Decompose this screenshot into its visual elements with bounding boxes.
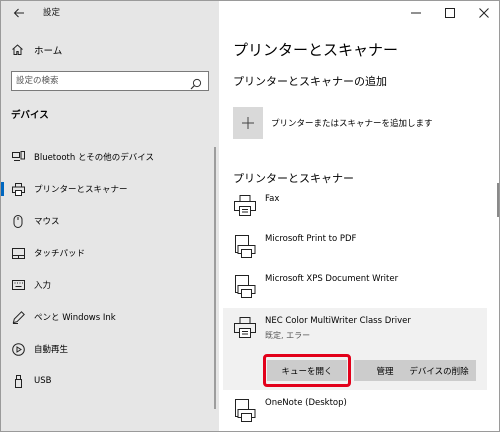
sidebar-scrollbar[interactable] [214, 147, 216, 409]
touchpad-icon [11, 246, 25, 260]
sidebar-item-typing[interactable]: 入力 [1, 269, 219, 301]
mouse-icon [11, 214, 25, 228]
printer-icon [11, 182, 25, 196]
printer-item-fax[interactable]: Fax [233, 194, 481, 222]
home-icon [11, 41, 24, 60]
printer-item-xps-writer[interactable]: Microsoft XPS Document Writer [233, 274, 481, 302]
usb-icon [11, 374, 25, 388]
sidebar-item-mouse[interactable]: マウス [1, 205, 219, 237]
sidebar-item-pen[interactable]: ペンと Windows Ink [1, 301, 219, 333]
fax-icon [233, 194, 257, 218]
add-section-heading: プリンターとスキャナーの追加 [233, 75, 387, 88]
sidebar-item-label: USB [34, 376, 52, 386]
printer-item-onenote[interactable]: OneNote (Desktop) [233, 398, 481, 426]
printer-name: OneNote (Desktop) [265, 398, 347, 408]
sidebar-item-label: Bluetooth とその他のデバイス [34, 153, 154, 163]
plus-icon [233, 107, 263, 139]
close-icon[interactable] [467, 1, 499, 25]
maximize-icon[interactable] [433, 1, 467, 25]
sidebar-item-bluetooth[interactable]: Bluetooth とその他のデバイス [1, 141, 219, 173]
sidebar-item-touchpad[interactable]: タッチパッド [1, 237, 219, 269]
settings-window: 設定 ホーム デバイス Bluetooth とその他のデバイス [0, 0, 500, 432]
printer-doc-icon [233, 234, 257, 258]
add-printer-label: プリンターまたはスキャナーを追加します [271, 119, 433, 129]
main-content: プリンターとスキャナー プリンターとスキャナーの追加 プリンターまたはスキャナー… [219, 1, 499, 431]
sidebar: 設定 ホーム デバイス Bluetooth とその他のデバイス [1, 1, 219, 431]
back-arrow-icon[interactable] [9, 4, 29, 22]
autoplay-icon [11, 342, 25, 356]
pen-icon [11, 310, 25, 324]
sidebar-item-label: タッチパッド [34, 249, 86, 259]
title-bar: 設定 [1, 1, 219, 25]
highlight-box [263, 354, 351, 387]
search-input[interactable] [16, 74, 182, 88]
minimize-icon[interactable] [399, 1, 433, 25]
printers-list-heading: プリンターとスキャナー [233, 172, 354, 185]
printer-status: 既定, エラー [265, 331, 311, 340]
printer-doc-icon [233, 398, 257, 422]
bluetooth-devices-icon [11, 150, 25, 164]
sidebar-item-label: ペンと Windows Ink [34, 313, 116, 323]
keyboard-icon [11, 278, 25, 292]
printer-item-print-to-pdf[interactable]: Microsoft Print to PDF [233, 234, 481, 262]
printer-name: Microsoft Print to PDF [265, 234, 357, 244]
home-label: ホーム [34, 46, 63, 57]
sidebar-item-label: 自動再生 [34, 345, 69, 355]
section-heading-devices: デバイス [11, 110, 49, 121]
sidebar-item-label: 入力 [34, 281, 52, 291]
app-title: 設定 [43, 8, 61, 18]
sidebar-item-label: プリンターとスキャナー [34, 185, 128, 195]
printer-item-nec[interactable]: NEC Color MultiWriter Class Driver 既定, エ… [233, 316, 481, 346]
content-scrollbar[interactable] [497, 183, 499, 217]
printer-icon [233, 316, 257, 340]
sidebar-nav: Bluetooth とその他のデバイス プリンターとスキャナー マウス タッチパ… [1, 141, 219, 397]
sidebar-item-label: マウス [34, 217, 60, 227]
printer-name: Fax [265, 194, 280, 204]
remove-device-button[interactable]: デバイスの削除 [402, 360, 476, 381]
page-title: プリンターとスキャナー [233, 41, 399, 59]
printer-name: Microsoft XPS Document Writer [265, 274, 399, 284]
printer-doc-icon [233, 274, 257, 298]
search-box[interactable] [11, 71, 209, 91]
sidebar-item-autoplay[interactable]: 自動再生 [1, 333, 219, 365]
printer-name: NEC Color MultiWriter Class Driver [265, 316, 411, 326]
sidebar-item-home[interactable]: ホーム [11, 42, 62, 58]
sidebar-item-usb[interactable]: USB [1, 365, 219, 397]
search-icon[interactable] [190, 75, 202, 90]
sidebar-item-printers[interactable]: プリンターとスキャナー [1, 173, 219, 205]
add-printer-button[interactable]: プリンターまたはスキャナーを追加します [233, 107, 433, 139]
